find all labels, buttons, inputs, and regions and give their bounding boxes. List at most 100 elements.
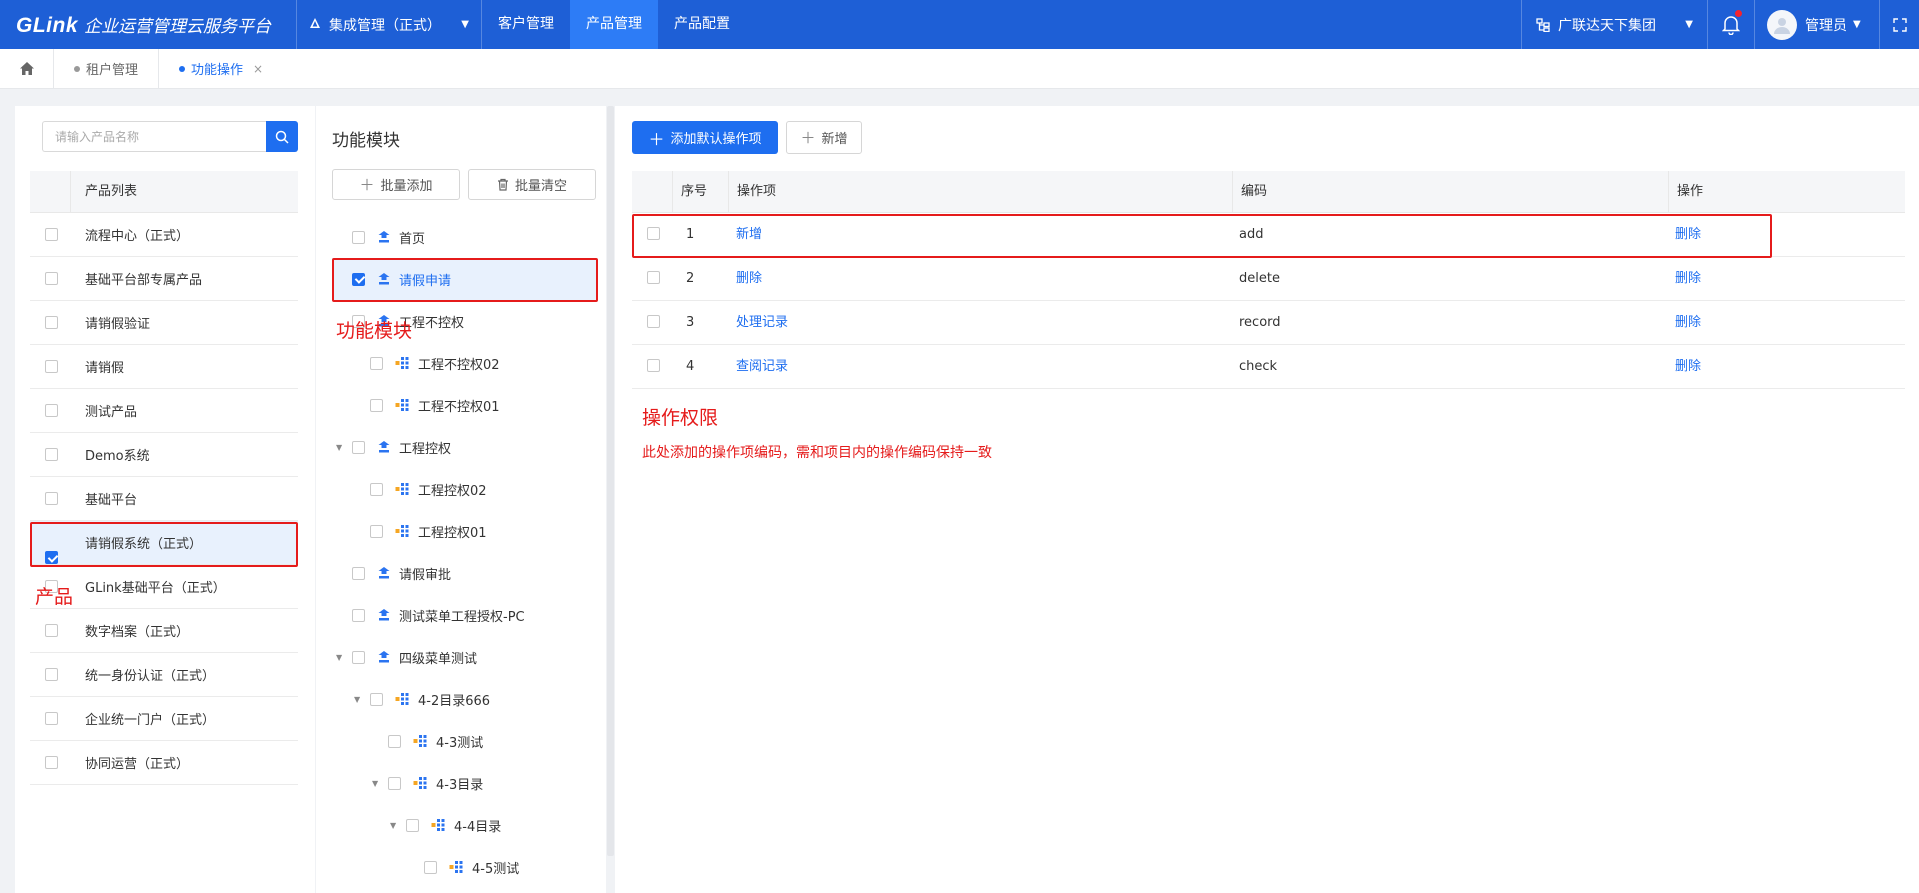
tree-node-checkbox[interactable] (388, 734, 401, 748)
col-operation: 操作项 (728, 170, 1238, 213)
product-checkbox[interactable] (45, 360, 58, 373)
tree-node[interactable]: ▼ 工程控权 (332, 426, 596, 468)
tree-node[interactable]: ▼ 4-2目录666 (332, 678, 596, 720)
home-tab[interactable] (0, 48, 54, 89)
tree-node-checkbox[interactable] (424, 860, 437, 874)
operation-name-link[interactable]: 处理记录 (736, 301, 788, 345)
batch-clear-button[interactable]: 批量清空 (468, 169, 596, 200)
menu-product-config[interactable]: 产品配置 (658, 0, 746, 49)
page-icon (395, 692, 410, 706)
product-row[interactable]: 请销假验证 (30, 301, 298, 345)
product-list-title: 产品列表 (70, 170, 137, 213)
menu-product-management[interactable]: 产品管理 (570, 0, 658, 49)
tree-node-checkbox[interactable] (370, 356, 383, 370)
row-checkbox[interactable] (647, 315, 660, 328)
tree-node-checkbox[interactable] (352, 566, 365, 580)
product-checkbox[interactable] (45, 448, 58, 461)
add-default-operations-button[interactable]: ＋ 添加默认操作项 (632, 121, 778, 154)
product-checkbox[interactable] (45, 492, 58, 505)
product-row[interactable]: 请销假 (30, 345, 298, 389)
product-checkbox[interactable] (45, 712, 58, 725)
notification-bell[interactable] (1707, 0, 1755, 49)
tree-node[interactable]: 4-5测试 (332, 846, 596, 888)
delete-link[interactable]: 删除 (1675, 301, 1701, 345)
tree-node[interactable]: 4-3测试 (332, 720, 596, 762)
add-operation-button[interactable]: ＋ 新增 (786, 121, 862, 154)
close-icon[interactable]: × (253, 62, 263, 76)
delete-link[interactable]: 删除 (1675, 345, 1701, 389)
tree-node[interactable]: 工程不控权01 (332, 384, 596, 426)
tree-node[interactable]: ▼ 4-4目录 (332, 804, 596, 846)
system-select[interactable]: 集成管理（正式） ▼ (297, 0, 481, 49)
batch-add-button[interactable]: ＋ 批量添加 (332, 169, 460, 200)
operation-name-link[interactable]: 删除 (736, 257, 762, 301)
product-row[interactable]: 测试产品 (30, 389, 298, 433)
module-panel: 功能模块 ＋ 批量添加 批量清空 首页 请假申请 工程不控权 工程不控权02 工程不控权… (316, 106, 606, 893)
expand-arrow-icon[interactable]: ▼ (372, 779, 378, 788)
brand[interactable]: GLink 企业运营管理云服务平台 (0, 12, 296, 38)
product-row[interactable]: Demo系统 (30, 433, 298, 477)
tree-node[interactable]: 首页 (332, 216, 596, 258)
search-button[interactable] (266, 121, 298, 152)
product-row[interactable]: 基础平台 (30, 477, 298, 521)
user-menu[interactable]: 管理员 ▼ (1755, 0, 1879, 49)
tree-node-checkbox[interactable] (352, 440, 365, 454)
product-row[interactable]: 协同运营（正式） (30, 741, 298, 785)
product-row[interactable]: 数字档案（正式） (30, 609, 298, 653)
tree-node-label: 四级菜单测试 (399, 651, 478, 667)
product-row[interactable]: 统一身份认证（正式） (30, 653, 298, 697)
tree-node[interactable]: ▼ 四级菜单测试 (332, 636, 596, 678)
tree-node[interactable]: 工程不控权02 (332, 342, 596, 384)
bell-icon (1722, 15, 1740, 35)
tab-function-operation[interactable]: 功能操作 × (159, 49, 283, 89)
menu-customer[interactable]: 客户管理 (482, 0, 570, 49)
tree-node-checkbox[interactable] (370, 524, 383, 538)
product-checkbox[interactable] (45, 272, 58, 285)
product-search (42, 121, 298, 152)
tree-node[interactable]: 测试菜单工程授权-PC (332, 594, 596, 636)
expand-arrow-icon[interactable]: ▼ (354, 695, 360, 704)
product-label: 协同运营（正式） (85, 757, 190, 772)
product-checkbox[interactable] (45, 756, 58, 769)
fullscreen-button[interactable] (1879, 0, 1919, 49)
product-checkbox[interactable] (45, 228, 58, 241)
tree-node-checkbox[interactable] (370, 692, 383, 706)
tree-node-checkbox[interactable] (352, 650, 365, 664)
tree-node-checkbox[interactable] (370, 482, 383, 496)
product-checkbox[interactable] (45, 668, 58, 681)
delete-link[interactable]: 删除 (1675, 257, 1701, 301)
tree-node[interactable]: 工程控权02 (332, 468, 596, 510)
tree-node[interactable]: 工程控权01 (332, 510, 596, 552)
tree-node-checkbox[interactable] (406, 818, 419, 832)
tree-node[interactable]: ▼ 4-3目录 (332, 762, 596, 804)
row-checkbox[interactable] (647, 359, 660, 372)
product-search-input[interactable] (42, 121, 266, 152)
product-checkbox[interactable] (45, 316, 58, 329)
operation-name-link[interactable]: 查阅记录 (736, 345, 788, 389)
tree-node-checkbox[interactable] (370, 398, 383, 412)
fullscreen-icon (1892, 17, 1907, 32)
org-select[interactable]: 广联达天下集团 ▼ (1521, 0, 1707, 49)
product-checkbox[interactable] (45, 404, 58, 417)
operation-highlight-box (632, 214, 1772, 258)
tree-node[interactable]: 请假审批 (332, 552, 596, 594)
row-checkbox[interactable] (647, 271, 660, 284)
expand-arrow-icon[interactable]: ▼ (336, 443, 342, 452)
product-row[interactable]: 企业统一门户（正式） (30, 697, 298, 741)
tree-node-checkbox[interactable] (388, 776, 401, 790)
expand-arrow-icon[interactable]: ▼ (336, 653, 342, 662)
tree-node-label: 请假审批 (399, 567, 452, 583)
tree-node-checkbox[interactable] (352, 608, 365, 622)
row-number: 4 (686, 359, 695, 374)
module-icon (377, 650, 391, 664)
tab-tenant-management[interactable]: 租户管理 (54, 48, 160, 89)
expand-arrow-icon[interactable]: ▼ (390, 821, 396, 830)
tree-node-label: 4-3目录 (436, 777, 484, 793)
product-row[interactable]: 基础平台部专属产品 (30, 257, 298, 301)
product-checkbox[interactable] (45, 624, 58, 637)
tree-node-checkbox[interactable] (352, 230, 365, 244)
product-row[interactable]: 流程中心（正式） (30, 213, 298, 257)
avatar (1767, 9, 1797, 40)
module-scrollbar[interactable] (607, 106, 614, 856)
tree-node-label: 工程控权02 (418, 483, 487, 499)
